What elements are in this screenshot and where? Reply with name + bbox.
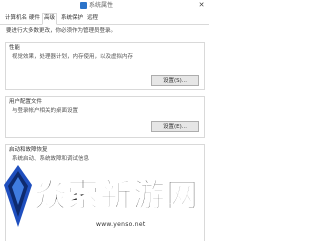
- diamond-logo-icon: [4, 165, 32, 227]
- system-icon: [80, 2, 87, 9]
- user-profiles-title: 用户配置文件: [9, 99, 43, 105]
- performance-group: 性能 视觉效果，处理器计划，内存使用，以及虚拟内存 设置(S)...: [5, 42, 205, 90]
- watermark: 焱索新游网 www.yenso.net: [0, 157, 209, 241]
- user-profiles-group: 用户配置文件 与登录帐户相关的桌面设置 设置(E)...: [5, 96, 205, 138]
- performance-settings-button[interactable]: 设置(S)...: [151, 75, 199, 86]
- tab-remote[interactable]: 远程: [86, 14, 99, 23]
- tab-bar: 计算机名 硬件 高级 系统保护 远程: [0, 13, 209, 25]
- system-properties-window: 系统属性 ✕ 计算机名 硬件 高级 系统保护 远程 要进行大多数更改，你必须作为…: [0, 0, 209, 241]
- tab-hardware[interactable]: 硬件: [28, 14, 41, 23]
- close-icon[interactable]: ✕: [197, 1, 206, 10]
- admin-notice: 要进行大多数更改，你必须作为管理员登录。: [6, 28, 117, 34]
- tab-system-protection[interactable]: 系统保护: [60, 14, 84, 23]
- tab-computer-name[interactable]: 计算机名: [4, 14, 28, 23]
- user-profiles-description: 与登录帐户相关的桌面设置: [12, 108, 79, 114]
- tab-advanced[interactable]: 高级: [42, 13, 58, 25]
- window-title: 系统属性: [89, 2, 114, 9]
- user-profiles-settings-button[interactable]: 设置(E)...: [151, 121, 199, 132]
- title-bar: 系统属性 ✕: [0, 0, 209, 12]
- performance-title: 性能: [9, 45, 21, 51]
- watermark-url: www.yenso.net: [96, 221, 146, 228]
- performance-description: 视觉效果，处理器计划，内存使用，以及虚拟内存: [12, 54, 134, 60]
- startup-recovery-title: 启动和故障恢复: [9, 147, 48, 153]
- watermark-text: 焱索新游网: [33, 176, 200, 215]
